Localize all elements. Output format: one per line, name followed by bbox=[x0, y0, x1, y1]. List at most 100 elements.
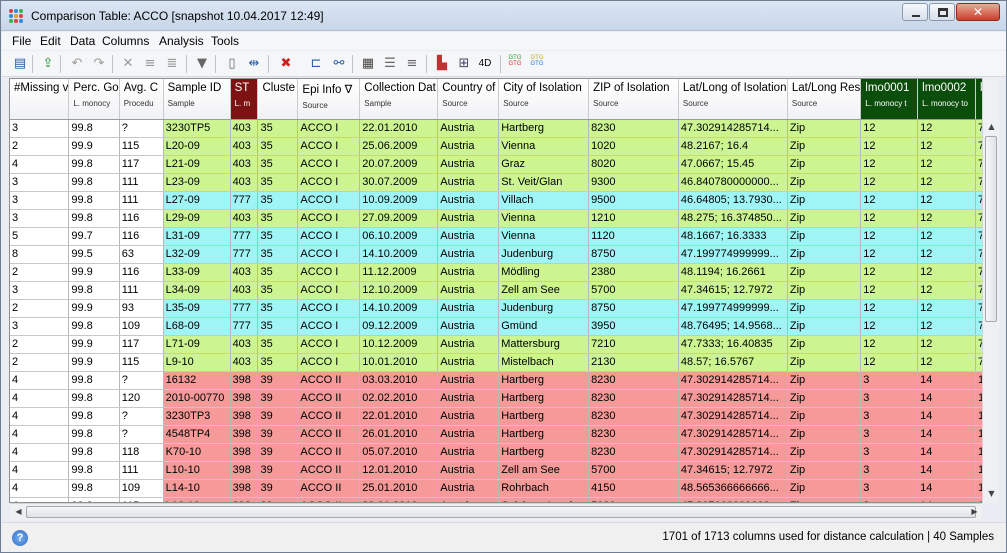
cell-zip[interactable]: 1120 bbox=[588, 227, 679, 246]
cell-zip[interactable]: 8750 bbox=[588, 299, 679, 318]
cell-sample-id[interactable]: 2010-00770 bbox=[163, 389, 231, 408]
cell-lmo0001[interactable]: 3 bbox=[860, 407, 919, 426]
cell-latlong-res[interactable]: Zip bbox=[787, 371, 862, 390]
cell-country[interactable]: Austria bbox=[437, 299, 500, 318]
cell-st[interactable]: 398 bbox=[230, 425, 259, 444]
column-header-city[interactable]: City of Isolation Source bbox=[498, 79, 590, 120]
cell-lmo0001[interactable]: 3 bbox=[860, 461, 919, 480]
cell-avg[interactable]: 117 bbox=[119, 335, 164, 354]
cell-epi-info[interactable]: ACCO I bbox=[297, 299, 361, 318]
cell-collection-date[interactable]: 14.10.2009 bbox=[359, 245, 439, 264]
cell-city[interactable]: Mattersburg bbox=[498, 335, 590, 354]
cell-st[interactable]: 398 bbox=[230, 371, 259, 390]
cell-latlong-res[interactable]: Zip bbox=[787, 119, 862, 138]
cell-country[interactable]: Austria bbox=[437, 407, 500, 426]
cell-cluster[interactable]: 39 bbox=[257, 371, 299, 390]
cell-st[interactable]: 398 bbox=[230, 443, 259, 462]
cell-latlong[interactable]: 48.76495; 14.9568... bbox=[678, 317, 788, 336]
cell-epi-info[interactable]: ACCO I bbox=[297, 191, 361, 210]
cell-lmo0002[interactable]: 12 bbox=[917, 137, 976, 156]
cell-lmo0001[interactable]: 3 bbox=[860, 389, 919, 408]
cell-epi-info[interactable]: ACCO II bbox=[297, 407, 361, 426]
cell-lmo0001[interactable]: 12 bbox=[860, 281, 919, 300]
cell-country[interactable]: Austria bbox=[437, 443, 500, 462]
cell-epi-info[interactable]: ACCO I bbox=[297, 137, 361, 156]
column-header-country[interactable]: Country of Source bbox=[437, 79, 500, 120]
cell-latlong[interactable]: 47.34615; 12.7972 bbox=[678, 461, 788, 480]
cell-missing[interactable]: 2 bbox=[10, 353, 70, 372]
cell-missing[interactable]: 3 bbox=[10, 191, 70, 210]
cell-avg[interactable]: 109 bbox=[119, 317, 164, 336]
menu-analysis[interactable]: Analysis bbox=[159, 34, 204, 48]
cell-cluster[interactable]: 35 bbox=[257, 209, 299, 228]
column-header-sample-id[interactable]: Sample ID Sample bbox=[163, 79, 231, 120]
table-row[interactable]: 2 99.9 93 L35-09 777 35 ACCO I 14.10.2009 Austri… bbox=[10, 299, 998, 318]
cell-city[interactable]: Hartberg bbox=[498, 443, 590, 462]
cell-perc[interactable]: 99.8 bbox=[68, 425, 120, 444]
undo-icon[interactable]: ↶ bbox=[68, 55, 86, 73]
minimize-button[interactable] bbox=[902, 3, 928, 21]
cell-perc[interactable]: 99.9 bbox=[68, 353, 120, 372]
cell-city[interactable]: Gmünd bbox=[498, 317, 590, 336]
cell-zip[interactable]: 8230 bbox=[588, 443, 679, 462]
cell-cluster[interactable]: 39 bbox=[257, 443, 299, 462]
cell-zip[interactable]: 8230 bbox=[588, 371, 679, 390]
cell-perc[interactable]: 99.8 bbox=[68, 407, 120, 426]
cell-sample-id[interactable]: L29-09 bbox=[163, 209, 231, 228]
cell-latlong[interactable]: 47.199774999999... bbox=[678, 299, 788, 318]
cell-zip[interactable]: 2130 bbox=[588, 353, 679, 372]
cell-zip[interactable]: 8230 bbox=[588, 389, 679, 408]
cell-epi-info[interactable]: ACCO I bbox=[297, 245, 361, 264]
column-move-icon[interactable]: ⇹ bbox=[245, 55, 263, 73]
table-row[interactable]: 3 99.8 109 L68-09 777 35 ACCO I 09.12.2009 Austr… bbox=[10, 317, 998, 336]
cell-lmo0001[interactable]: 12 bbox=[860, 137, 919, 156]
export-icon[interactable]: ⇪ bbox=[39, 55, 57, 73]
rows-icon[interactable]: ☰ bbox=[381, 55, 399, 73]
cell-lmo0001[interactable]: 12 bbox=[860, 299, 919, 318]
cell-city[interactable]: Mödling bbox=[498, 263, 590, 282]
cell-sample-id[interactable]: 16132 bbox=[163, 371, 231, 390]
column-header-latlong[interactable]: Lat/Long of Isolation Source bbox=[678, 79, 788, 120]
cell-latlong-res[interactable]: Zip bbox=[787, 281, 862, 300]
cell-perc[interactable]: 99.8 bbox=[68, 479, 120, 498]
table-row[interactable]: 5 99.7 116 L31-09 777 35 ACCO I 06.10.2009 Austr… bbox=[10, 227, 998, 246]
cell-st[interactable]: 777 bbox=[230, 299, 259, 318]
cell-avg[interactable]: 109 bbox=[119, 479, 164, 498]
column-header-lmo0001[interactable]: lmo0001 L. monocy t bbox=[860, 79, 919, 120]
cell-city[interactable]: Zell am See bbox=[498, 461, 590, 480]
cell-epi-info[interactable]: ACCO I bbox=[297, 317, 361, 336]
cell-city[interactable]: Hartberg bbox=[498, 407, 590, 426]
gtg-icon[interactable]: GTG GTG bbox=[506, 55, 524, 73]
cell-avg[interactable]: 120 bbox=[119, 389, 164, 408]
cell-missing[interactable]: 2 bbox=[10, 263, 70, 282]
cell-missing[interactable]: 4 bbox=[10, 443, 70, 462]
cell-lmo0001[interactable]: 12 bbox=[860, 119, 919, 138]
cell-lmo0002[interactable]: 12 bbox=[917, 335, 976, 354]
cell-latlong[interactable]: 47.302914285714... bbox=[678, 443, 788, 462]
cell-zip[interactable]: 1020 bbox=[588, 137, 679, 156]
bar-chart-icon[interactable]: ▙ bbox=[433, 55, 451, 73]
cell-latlong-res[interactable]: Zip bbox=[787, 425, 862, 444]
gtg-color-icon[interactable]: GTG GTG bbox=[528, 55, 546, 73]
cell-sample-id[interactable]: 4548TP4 bbox=[163, 425, 231, 444]
cell-st[interactable]: 398 bbox=[230, 461, 259, 480]
cell-perc[interactable]: 99.5 bbox=[68, 245, 120, 264]
cell-lmo0001[interactable]: 12 bbox=[860, 353, 919, 372]
cell-st[interactable]: 403 bbox=[230, 137, 259, 156]
cell-country[interactable]: Austria bbox=[437, 173, 500, 192]
table-row[interactable]: 8 99.5 63 L32-09 777 35 ACCO I 14.10.2009 Austri… bbox=[10, 245, 998, 264]
column-header-avg[interactable]: Avg. C Procedu bbox=[119, 79, 164, 120]
cell-lmo0002[interactable]: 12 bbox=[917, 263, 976, 282]
cell-perc[interactable]: 99.8 bbox=[68, 443, 120, 462]
cell-latlong[interactable]: 47.302914285714... bbox=[678, 425, 788, 444]
cell-st[interactable]: 403 bbox=[230, 155, 259, 174]
table-row[interactable]: 4 99.8 120 2010-00770 398 39 ACCO II 02.02.2010… bbox=[10, 389, 998, 408]
cell-cluster[interactable]: 35 bbox=[257, 263, 299, 282]
cell-lmo0002[interactable]: 12 bbox=[917, 155, 976, 174]
cell-avg[interactable]: 115 bbox=[119, 353, 164, 372]
cell-country[interactable]: Austria bbox=[437, 119, 500, 138]
cell-missing[interactable]: 3 bbox=[10, 281, 70, 300]
cell-zip[interactable]: 8230 bbox=[588, 425, 679, 444]
cell-latlong-res[interactable]: Zip bbox=[787, 137, 862, 156]
cell-perc[interactable]: 99.8 bbox=[68, 209, 120, 228]
